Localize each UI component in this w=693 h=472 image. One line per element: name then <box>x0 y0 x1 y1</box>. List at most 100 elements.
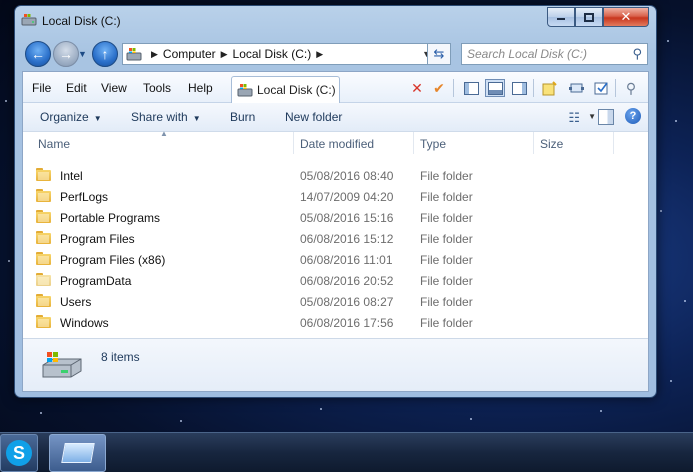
breadcrumb-local-disk[interactable]: Local Disk (C:) <box>233 47 312 61</box>
hard-drive-icon <box>42 352 82 378</box>
help-icon[interactable]: ? <box>625 108 641 124</box>
column-date-modified[interactable]: Date modified <box>300 137 374 151</box>
breadcrumb-separator[interactable]: ▶ <box>221 49 228 60</box>
menu-view[interactable]: View <box>101 81 127 95</box>
explorer-window: Local Disk (C:) ✕ ← → ▼ ↑ ▶ Computer ▶ L… <box>14 5 657 398</box>
menu-help[interactable]: Help <box>188 81 213 95</box>
column-type[interactable]: Type <box>420 137 446 151</box>
file-date: 06/08/2016 15:12 <box>300 232 394 246</box>
command-bar: Organize ▼ Share with ▼ Burn New folder ☷ … <box>23 103 648 132</box>
column-divider[interactable] <box>413 132 414 154</box>
share-with-label: Share with <box>131 110 188 124</box>
file-row[interactable]: Portable Programs 05/08/2016 15:16 File … <box>23 207 648 228</box>
forward-arrow-icon: → <box>59 46 73 62</box>
menu-bar: File Edit View Tools Help Local Disk (C:… <box>23 72 648 103</box>
taskbar-skype-button[interactable]: S <box>0 434 38 472</box>
refresh-icon: ⇆ <box>433 46 445 61</box>
breadcrumb-separator[interactable]: ▶ <box>151 49 158 60</box>
folder-icon <box>36 210 51 223</box>
share-with-button[interactable]: Share with ▼ <box>131 110 201 124</box>
column-divider[interactable] <box>613 132 614 154</box>
column-name[interactable]: Name <box>38 137 70 151</box>
up-button[interactable]: ↑ <box>92 41 118 67</box>
up-arrow-icon: ↑ <box>101 46 109 62</box>
file-row[interactable]: Windows 06/08/2016 17:56 File folder <box>23 312 648 333</box>
file-date: 05/08/2016 08:27 <box>300 295 394 309</box>
folder-icon <box>36 189 51 202</box>
close-icon: ✕ <box>620 9 632 24</box>
file-row[interactable]: Users 05/08/2016 08:27 File folder <box>23 291 648 312</box>
folder-icon <box>36 168 51 181</box>
folder-icon <box>36 294 51 307</box>
column-divider[interactable] <box>533 132 534 154</box>
folder-icon <box>36 315 51 328</box>
menu-file[interactable]: File <box>32 81 51 95</box>
back-button[interactable]: ← <box>25 41 51 67</box>
column-divider[interactable] <box>293 132 294 154</box>
drive-icon <box>21 14 37 26</box>
column-size[interactable]: Size <box>540 137 563 151</box>
file-type: File folder <box>420 295 473 309</box>
file-date: 06/08/2016 11:01 <box>300 253 393 267</box>
tab-local-disk[interactable]: Local Disk (C:) <box>231 76 340 103</box>
taskbar: S <box>0 432 693 472</box>
file-name: Portable Programs <box>60 211 161 225</box>
recent-pages-dropdown[interactable]: ▼ <box>78 49 87 59</box>
search-placeholder: Search Local Disk (C:) <box>467 47 588 61</box>
window-title: Local Disk (C:) <box>42 14 121 28</box>
file-row[interactable]: ProgramData 06/08/2016 20:52 File folder <box>23 270 648 291</box>
file-row[interactable]: Intel 05/08/2016 08:40 File folder <box>23 165 648 186</box>
folder-icon <box>36 231 51 244</box>
delete-x-icon[interactable]: ✕ <box>409 80 425 96</box>
file-date: 14/07/2009 04:20 <box>300 190 394 204</box>
organize-label: Organize <box>40 110 89 124</box>
breadcrumb-separator[interactable]: ▶ <box>316 49 323 60</box>
column-header: ▲ Name Date modified Type Size <box>23 129 648 154</box>
caption-buttons: ✕ <box>547 7 649 27</box>
forward-button[interactable]: → <box>53 41 79 67</box>
file-type: File folder <box>420 316 473 330</box>
explorer-content: File Edit View Tools Help Local Disk (C:… <box>22 71 649 392</box>
screen-icon[interactable] <box>568 80 584 96</box>
minimize-button[interactable] <box>547 7 575 27</box>
magnifier-icon[interactable]: ⚲ <box>623 80 639 96</box>
menu-tools[interactable]: Tools <box>143 81 171 95</box>
burn-button[interactable]: Burn <box>230 110 255 124</box>
file-name: ProgramData <box>60 274 132 288</box>
drive-icon <box>126 48 142 61</box>
pane-right-icon[interactable] <box>511 80 527 96</box>
back-arrow-icon: ← <box>31 46 45 62</box>
new-note-icon[interactable] <box>541 80 557 96</box>
file-name: Windows <box>60 316 109 330</box>
file-row[interactable]: PerfLogs 14/07/2009 04:20 File folder <box>23 186 648 207</box>
file-type: File folder <box>420 211 473 225</box>
checkbox-icon[interactable] <box>593 80 609 96</box>
breadcrumb-computer[interactable]: Computer <box>163 47 216 61</box>
pane-bottom-icon[interactable] <box>485 79 505 97</box>
sort-arrow-icon: ▲ <box>160 129 168 138</box>
views-dropdown-icon[interactable]: ▼ <box>588 112 596 121</box>
toolbar-divider <box>453 79 454 97</box>
file-row[interactable]: Program Files (x86) 06/08/2016 11:01 Fil… <box>23 249 648 270</box>
title-bar[interactable]: Local Disk (C:) ✕ <box>15 6 656 36</box>
refresh-button[interactable]: ⇆ <box>427 43 451 65</box>
taskbar-explorer-button[interactable] <box>49 434 106 472</box>
checkmark-icon[interactable]: ✔ <box>431 80 447 96</box>
organize-button[interactable]: Organize ▼ <box>40 110 102 124</box>
address-bar[interactable]: ▶ Computer ▶ Local Disk (C:) ▶ ▼ <box>122 43 438 65</box>
menu-edit[interactable]: Edit <box>66 81 87 95</box>
folder-icon <box>36 252 51 265</box>
file-name: Program Files (x86) <box>60 253 166 267</box>
new-folder-button[interactable]: New folder <box>285 110 342 124</box>
skype-icon: S <box>6 440 32 466</box>
file-name: PerfLogs <box>60 190 109 204</box>
views-icon[interactable]: ☷ <box>568 110 580 126</box>
close-button[interactable]: ✕ <box>603 7 649 27</box>
pane-left-icon[interactable] <box>463 80 479 96</box>
search-box[interactable]: Search Local Disk (C:) ⚲ <box>461 43 648 65</box>
tab-label: Local Disk (C:) <box>257 83 336 97</box>
search-icon[interactable]: ⚲ <box>632 46 642 62</box>
file-row[interactable]: Program Files 06/08/2016 15:12 File fold… <box>23 228 648 249</box>
maximize-button[interactable] <box>575 7 603 27</box>
preview-pane-icon[interactable] <box>598 109 614 125</box>
